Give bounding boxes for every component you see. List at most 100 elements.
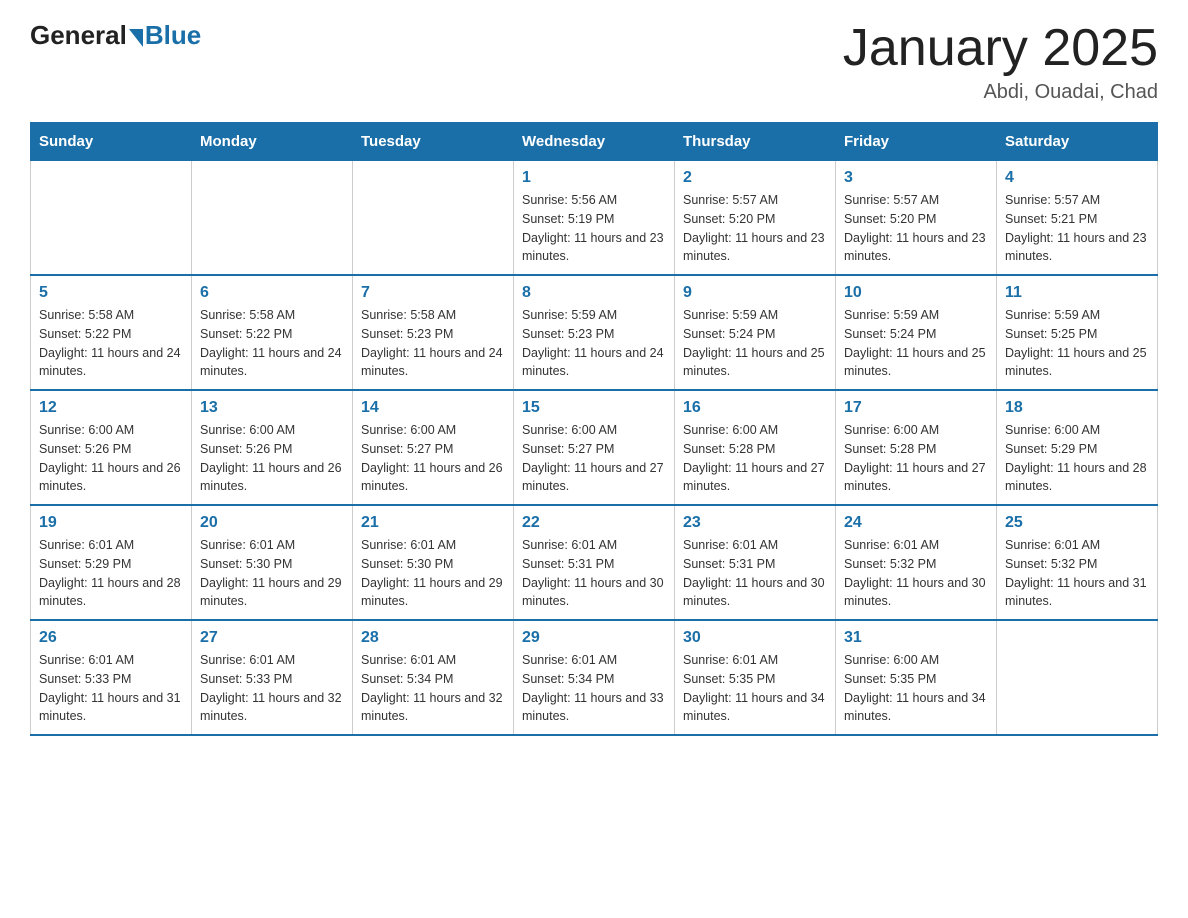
day-number: 21: [361, 514, 505, 532]
day-info: Sunrise: 5:59 AM Sunset: 5:24 PM Dayligh…: [844, 306, 988, 381]
day-info: Sunrise: 6:01 AM Sunset: 5:33 PM Dayligh…: [200, 651, 344, 726]
day-info: Sunrise: 6:01 AM Sunset: 5:32 PM Dayligh…: [844, 536, 988, 611]
day-cell: 2 Sunrise: 5:57 AM Sunset: 5:20 PM Daylig…: [675, 161, 836, 276]
calendar-header: SundayMondayTuesdayWednesdayThursdayFrid…: [31, 123, 1158, 161]
header-cell-saturday: Saturday: [997, 123, 1158, 161]
day-cell: 22 Sunrise: 6:01 AM Sunset: 5:31 PM Dayli…: [514, 505, 675, 620]
day-info: Sunrise: 6:00 AM Sunset: 5:27 PM Dayligh…: [522, 421, 666, 496]
day-number: 23: [683, 514, 827, 532]
day-info: Sunrise: 6:01 AM Sunset: 5:30 PM Dayligh…: [200, 536, 344, 611]
day-cell: 18Sunrise: 6:00 AM Sunset: 5:29 PM Dayli…: [997, 390, 1158, 505]
day-cell: 13 Sunrise: 6:00 AM Sunset: 5:26 PM Dayli…: [192, 390, 353, 505]
day-info: Sunrise: 6:01 AM Sunset: 5:30 PM Dayligh…: [361, 536, 505, 611]
day-number: 26: [39, 629, 183, 647]
day-info: Sunrise: 5:57 AM Sunset: 5:20 PM Dayligh…: [683, 191, 827, 266]
header-cell-thursday: Thursday: [675, 123, 836, 161]
day-cell: [31, 161, 192, 276]
day-cell: 16 Sunrise: 6:00 AM Sunset: 5:28 PM Dayli…: [675, 390, 836, 505]
week-row-3: 12 Sunrise: 6:00 AM Sunset: 5:26 PM Dayli…: [31, 390, 1158, 505]
day-info: Sunrise: 5:57 AM Sunset: 5:20 PM Dayligh…: [844, 191, 988, 266]
day-cell: 9 Sunrise: 5:59 AM Sunset: 5:24 PM Daylig…: [675, 275, 836, 390]
day-number: 25: [1005, 514, 1149, 532]
day-info: Sunrise: 6:01 AM Sunset: 5:34 PM Dayligh…: [361, 651, 505, 726]
day-info: Sunrise: 6:00 AM Sunset: 5:28 PM Dayligh…: [683, 421, 827, 496]
day-cell: 25 Sunrise: 6:01 AM Sunset: 5:32 PM Dayli…: [997, 505, 1158, 620]
day-number: 20: [200, 514, 344, 532]
day-number: 28: [361, 629, 505, 647]
day-cell: 26Sunrise: 6:01 AM Sunset: 5:33 PM Dayli…: [31, 620, 192, 735]
day-info: Sunrise: 6:00 AM Sunset: 5:26 PM Dayligh…: [200, 421, 344, 496]
day-cell: 17 Sunrise: 6:00 AM Sunset: 5:28 PM Dayli…: [836, 390, 997, 505]
day-info: Sunrise: 6:00 AM Sunset: 5:27 PM Dayligh…: [361, 421, 505, 496]
logo-general-text: General: [30, 20, 127, 51]
day-number: 30: [683, 629, 827, 647]
day-info: Sunrise: 5:56 AM Sunset: 5:19 PM Dayligh…: [522, 191, 666, 266]
day-info: Sunrise: 6:00 AM Sunset: 5:35 PM Dayligh…: [844, 651, 988, 726]
day-number: 31: [844, 629, 988, 647]
day-number: 22: [522, 514, 666, 532]
day-number: 3: [844, 169, 988, 187]
day-cell: 14Sunrise: 6:00 AM Sunset: 5:27 PM Dayli…: [353, 390, 514, 505]
day-number: 16: [683, 399, 827, 417]
calendar-table: SundayMondayTuesdayWednesdayThursdayFrid…: [30, 122, 1158, 736]
day-number: 24: [844, 514, 988, 532]
day-cell: 30 Sunrise: 6:01 AM Sunset: 5:35 PM Dayli…: [675, 620, 836, 735]
header-cell-friday: Friday: [836, 123, 997, 161]
day-number: 4: [1005, 169, 1149, 187]
day-info: Sunrise: 6:00 AM Sunset: 5:29 PM Dayligh…: [1005, 421, 1149, 496]
day-info: Sunrise: 6:01 AM Sunset: 5:29 PM Dayligh…: [39, 536, 183, 611]
day-info: Sunrise: 6:01 AM Sunset: 5:32 PM Dayligh…: [1005, 536, 1149, 611]
day-cell: [997, 620, 1158, 735]
day-cell: [353, 161, 514, 276]
calendar-subtitle: Abdi, Ouadai, Chad: [843, 81, 1158, 104]
week-row-4: 19 Sunrise: 6:01 AM Sunset: 5:29 PM Dayli…: [31, 505, 1158, 620]
day-number: 15: [522, 399, 666, 417]
day-info: Sunrise: 6:01 AM Sunset: 5:35 PM Dayligh…: [683, 651, 827, 726]
day-cell: 21 Sunrise: 6:01 AM Sunset: 5:30 PM Dayli…: [353, 505, 514, 620]
title-block: January 2025 Abdi, Ouadai, Chad: [843, 20, 1158, 104]
day-cell: 27 Sunrise: 6:01 AM Sunset: 5:33 PM Dayli…: [192, 620, 353, 735]
day-number: 12: [39, 399, 183, 417]
day-cell: 3 Sunrise: 5:57 AM Sunset: 5:20 PM Daylig…: [836, 161, 997, 276]
day-info: Sunrise: 5:57 AM Sunset: 5:21 PM Dayligh…: [1005, 191, 1149, 266]
day-info: Sunrise: 5:59 AM Sunset: 5:23 PM Dayligh…: [522, 306, 666, 381]
header-row: SundayMondayTuesdayWednesdayThursdayFrid…: [31, 123, 1158, 161]
day-number: 6: [200, 284, 344, 302]
day-cell: 24 Sunrise: 6:01 AM Sunset: 5:32 PM Dayli…: [836, 505, 997, 620]
day-number: 9: [683, 284, 827, 302]
day-info: Sunrise: 5:59 AM Sunset: 5:24 PM Dayligh…: [683, 306, 827, 381]
day-cell: 4 Sunrise: 5:57 AM Sunset: 5:21 PM Daylig…: [997, 161, 1158, 276]
week-row-5: 26 Sunrise: 6:01 AM Sunset: 5:33 PM Dayli…: [31, 620, 1158, 735]
page-header: General Blue January 2025 Abdi, Ouadai, …: [30, 20, 1158, 104]
logo: General Blue: [30, 20, 201, 51]
day-number: 8: [522, 284, 666, 302]
day-cell: 12 Sunrise: 6:00 AM Sunset: 5:26 PM Dayli…: [31, 390, 192, 505]
header-cell-sunday: Sunday: [31, 123, 192, 161]
header-cell-wednesday: Wednesday: [514, 123, 675, 161]
day-number: 1: [522, 169, 666, 187]
day-cell: 20 Sunrise: 6:01 AM Sunset: 5:30 PM Dayli…: [192, 505, 353, 620]
day-cell: 19 Sunrise: 6:01 AM Sunset: 5:29 PM Dayli…: [31, 505, 192, 620]
day-info: Sunrise: 6:01 AM Sunset: 5:34 PM Dayligh…: [522, 651, 666, 726]
day-number: 5: [39, 284, 183, 302]
day-number: 13: [200, 399, 344, 417]
day-info: Sunrise: 6:00 AM Sunset: 5:28 PM Dayligh…: [844, 421, 988, 496]
day-info: Sunrise: 6:00 AM Sunset: 5:26 PM Dayligh…: [39, 421, 183, 496]
day-number: 19: [39, 514, 183, 532]
calendar-title: January 2025: [843, 20, 1158, 77]
day-cell: [192, 161, 353, 276]
day-cell: 7Sunrise: 5:58 AM Sunset: 5:23 PM Daylig…: [353, 275, 514, 390]
day-info: Sunrise: 5:58 AM Sunset: 5:22 PM Dayligh…: [39, 306, 183, 381]
day-cell: 6 Sunrise: 5:58 AM Sunset: 5:22 PM Daylig…: [192, 275, 353, 390]
day-info: Sunrise: 5:58 AM Sunset: 5:22 PM Dayligh…: [200, 306, 344, 381]
day-cell: 28 Sunrise: 6:01 AM Sunset: 5:34 PM Dayli…: [353, 620, 514, 735]
day-info: Sunrise: 5:59 AM Sunset: 5:25 PM Dayligh…: [1005, 306, 1149, 381]
day-info: Sunrise: 6:01 AM Sunset: 5:31 PM Dayligh…: [522, 536, 666, 611]
day-number: 2: [683, 169, 827, 187]
logo-blue-part: Blue: [127, 20, 201, 51]
day-cell: 23 Sunrise: 6:01 AM Sunset: 5:31 PM Dayli…: [675, 505, 836, 620]
day-info: Sunrise: 6:01 AM Sunset: 5:31 PM Dayligh…: [683, 536, 827, 611]
day-cell: 29Sunrise: 6:01 AM Sunset: 5:34 PM Dayli…: [514, 620, 675, 735]
day-number: 27: [200, 629, 344, 647]
day-number: 17: [844, 399, 988, 417]
